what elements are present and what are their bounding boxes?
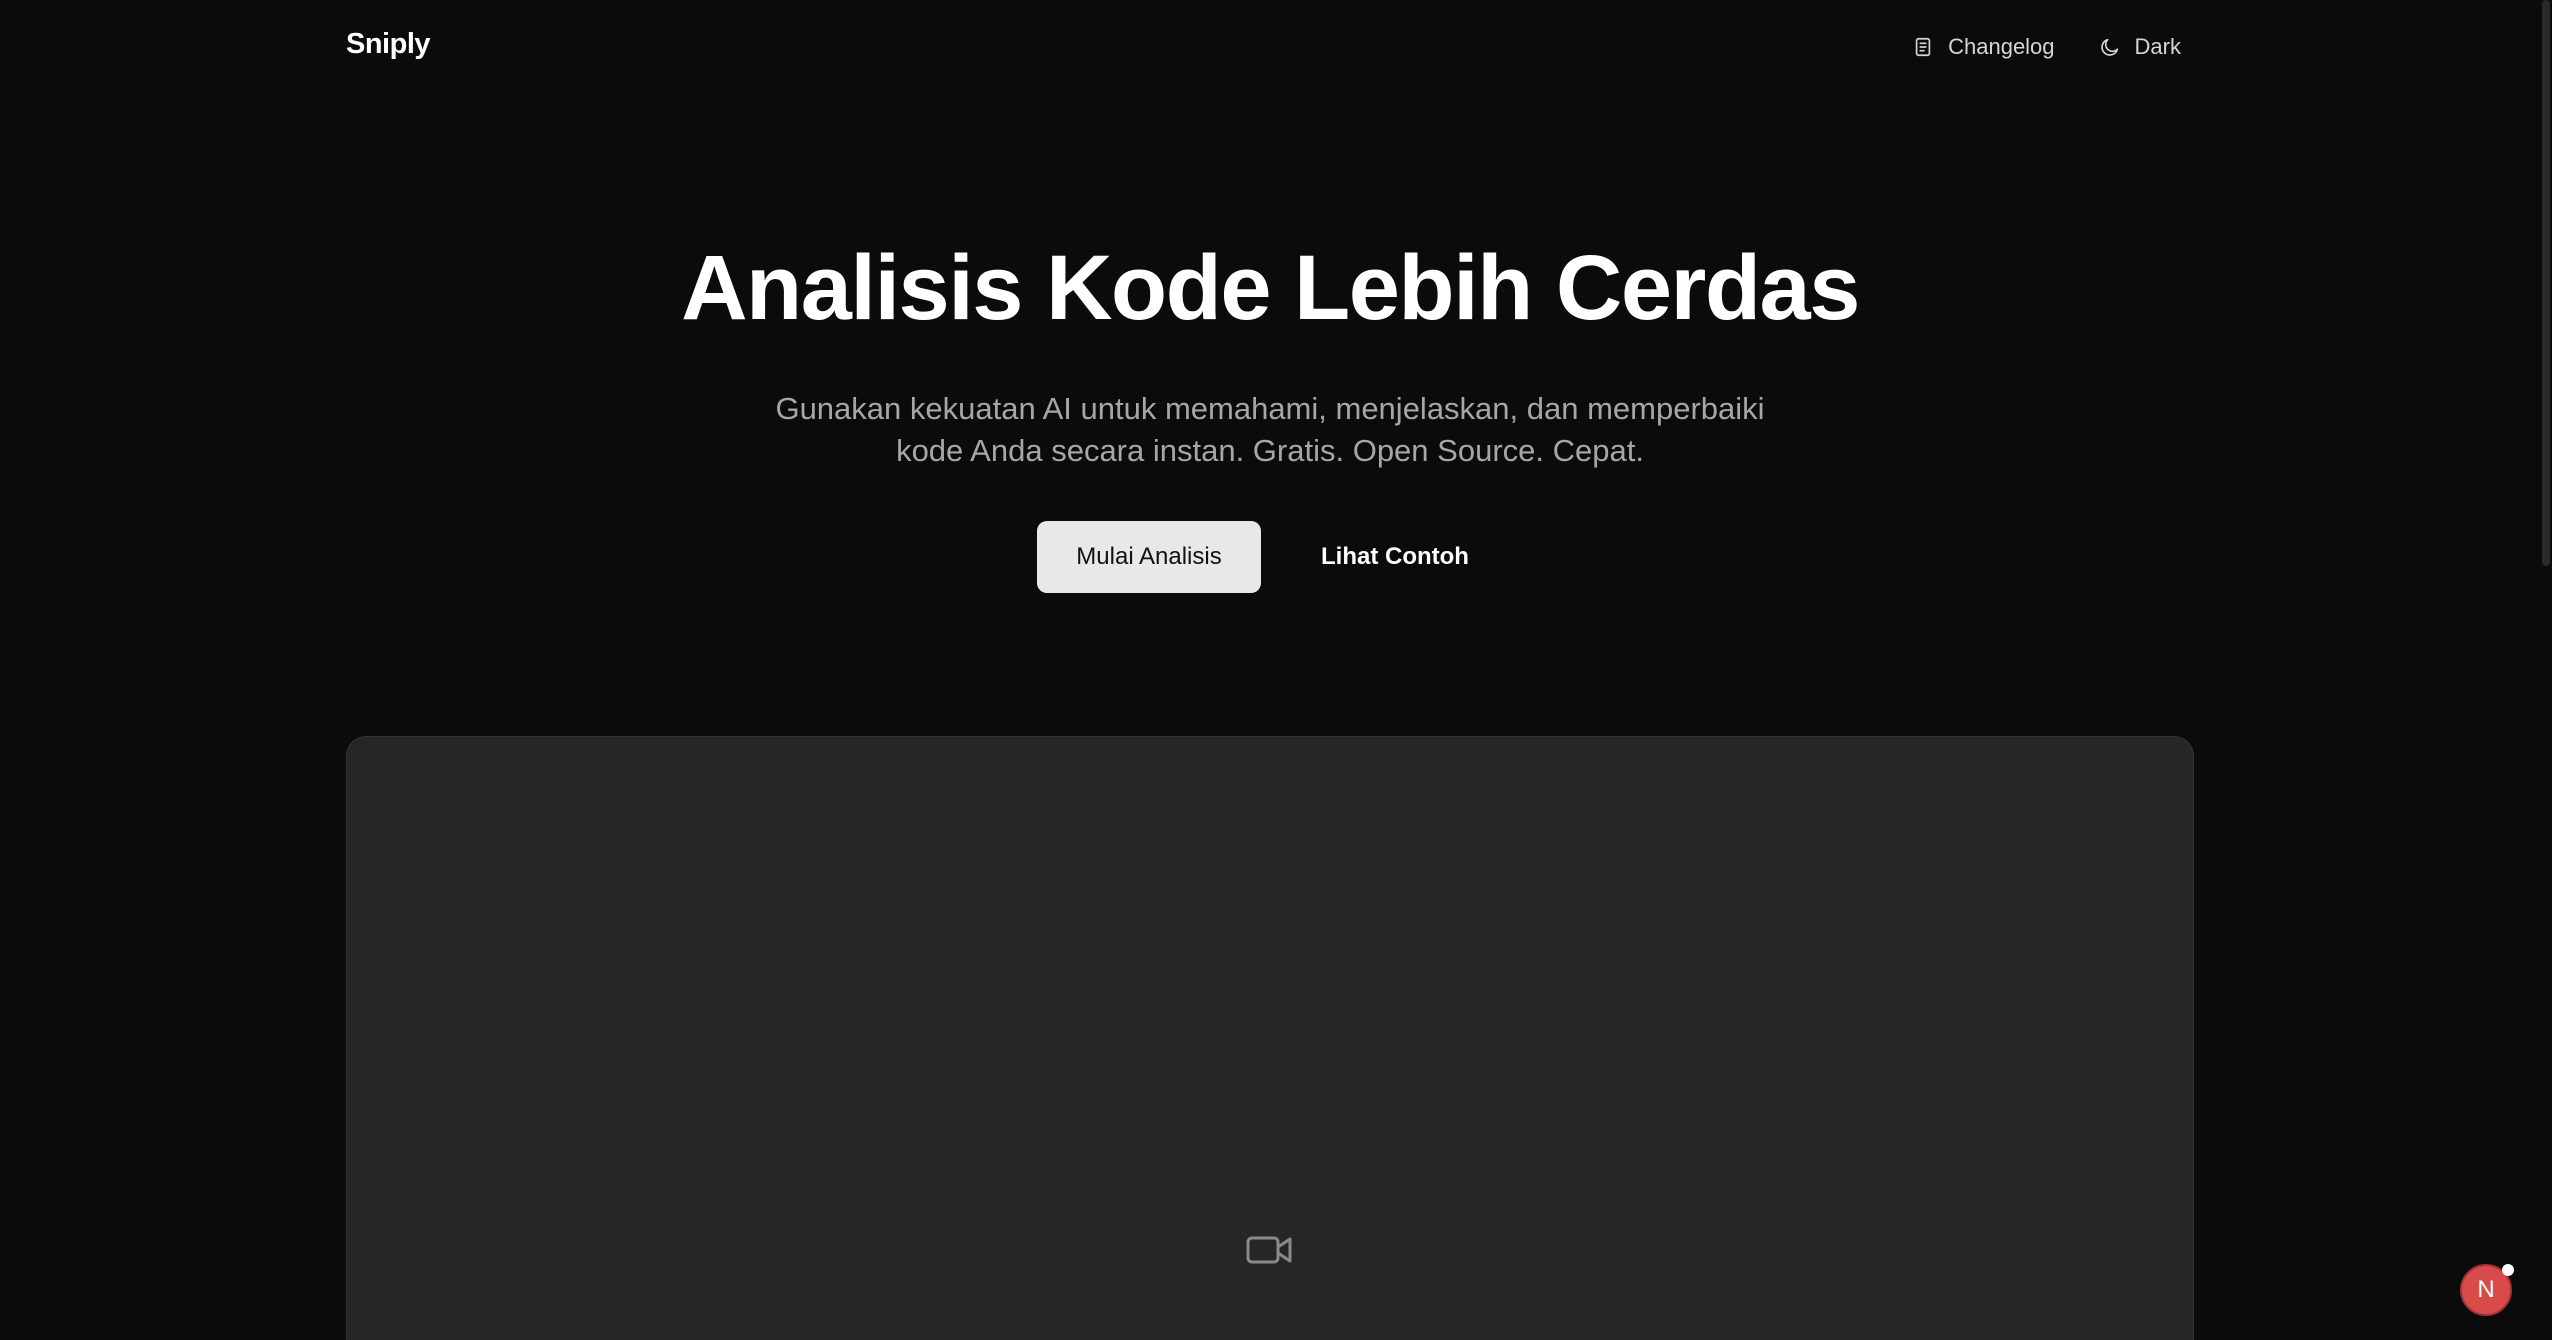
video-camera-icon: [1246, 1233, 1292, 1267]
theme-toggle-label: Dark: [2134, 34, 2181, 59]
hero-subtitle-line-2: kode Anda secara instan. Gratis. Open So…: [896, 433, 1644, 468]
scrollbar[interactable]: [2540, 0, 2552, 1340]
avatar-initial: N: [2477, 1276, 2495, 1303]
see-example-button[interactable]: Lihat Contoh: [1321, 543, 1469, 571]
moon-icon: [2099, 36, 2121, 58]
hero-subtitle-line-1: Gunakan kekuatan AI untuk memahami, menj…: [775, 391, 1765, 426]
scrollbar-thumb[interactable]: [2542, 0, 2550, 566]
notification-dot: [2502, 1264, 2514, 1276]
nav-changelog[interactable]: Changelog: [1912, 34, 2055, 60]
hero-title: Analisis Kode Lebih Cerdas: [681, 237, 1860, 339]
page: Sniply Changelog Dark Analisis Kode Lebi…: [0, 0, 2552, 1340]
hero-subtitle: Gunakan kekuatan AI untuk memahami, menj…: [0, 388, 2540, 472]
floating-avatar-button[interactable]: N: [2460, 1264, 2514, 1316]
cta-row: Mulai Analisis Lihat Contoh: [1037, 521, 1469, 593]
nav-changelog-label: Changelog: [1948, 34, 2055, 59]
document-icon: [1912, 36, 1934, 58]
top-nav: Changelog Dark: [1912, 34, 2181, 60]
start-analysis-button[interactable]: Mulai Analisis: [1037, 521, 1261, 593]
theme-toggle[interactable]: Dark: [2099, 34, 2181, 60]
logo[interactable]: Sniply: [346, 28, 431, 61]
